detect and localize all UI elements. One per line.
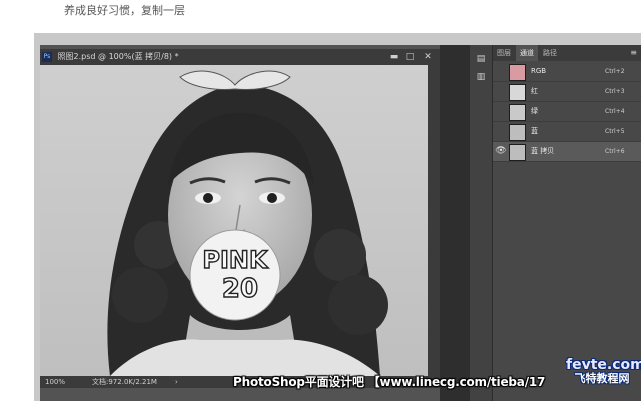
channel-shortcut: Ctrl+4	[605, 108, 625, 115]
channel-shortcut: Ctrl+5	[605, 128, 625, 135]
portrait-image: PINK 20	[107, 70, 388, 376]
channel-name: 蓝 拷贝	[531, 147, 555, 155]
restore-button[interactable]: □	[402, 49, 418, 65]
panel-dock-gap	[440, 45, 470, 401]
channel-shortcut: Ctrl+2	[605, 68, 625, 75]
visibility-eye-icon[interactable]	[495, 85, 507, 97]
channel-name: 绿	[531, 107, 538, 115]
document-canvas[interactable]: PINK 20	[40, 65, 428, 376]
document-title: 照图2.psd @ 100%(蓝 拷贝/8) *	[57, 52, 179, 61]
visibility-eye-icon[interactable]	[495, 105, 507, 117]
channel-name: 红	[531, 87, 538, 95]
channel-row-green[interactable]: 绿 Ctrl+4	[493, 102, 641, 122]
zoom-level[interactable]: 100%	[45, 376, 65, 388]
channel-thumbnail	[509, 104, 526, 121]
channel-name: 蓝	[531, 127, 538, 135]
document-tab[interactable]: Ps 照图2.psd @ 100%(蓝 拷贝/8) * ▬ □ ✕	[40, 49, 440, 65]
panel-tab-bar: 图层 通道 路径 ≡	[493, 45, 641, 61]
sticker-text-number: 20	[222, 274, 258, 304]
collapsed-panel-strip: ▤ ▥	[470, 45, 493, 401]
brand-domain: fevte.com	[566, 357, 641, 373]
visibility-eye-icon[interactable]	[495, 125, 507, 137]
watermark-text: PhotoShop平面设计吧 【www.linecg.com/tieba/17	[233, 375, 546, 389]
channel-row-blue-copy[interactable]: 👁 蓝 拷贝 Ctrl+6	[493, 142, 641, 162]
channel-thumbnail	[509, 144, 526, 161]
tab-layers[interactable]: 图层	[493, 45, 515, 61]
tab-paths[interactable]: 路径	[539, 45, 561, 61]
brand-name: 飞特教程网	[574, 372, 630, 385]
channel-row-blue[interactable]: 蓝 Ctrl+5	[493, 122, 641, 142]
channel-thumbnail	[509, 64, 526, 81]
minimize-button[interactable]: ▬	[386, 49, 402, 65]
channel-row-red[interactable]: 红 Ctrl+3	[493, 82, 641, 102]
visibility-eye-icon[interactable]: 👁	[495, 145, 507, 157]
status-menu-arrow-icon[interactable]: ›	[175, 376, 178, 388]
document-size: 文档:972.0K/2.21M	[92, 378, 157, 386]
close-button[interactable]: ✕	[420, 49, 436, 65]
vertical-scrollbar[interactable]	[428, 65, 440, 376]
tutorial-caption: 养成良好习惯，复制一层	[64, 4, 185, 17]
sticker-text-pink: PINK	[202, 246, 269, 274]
channel-thumbnail	[509, 84, 526, 101]
channels-panel: 图层 通道 路径 ≡ RGB Ctrl+2 红 Ctrl+3 绿 Ctrl+4 …	[493, 45, 641, 401]
visibility-eye-icon[interactable]	[495, 65, 507, 77]
channel-row-rgb[interactable]: RGB Ctrl+2	[493, 62, 641, 82]
channel-shortcut: Ctrl+3	[605, 88, 625, 95]
tab-channels[interactable]: 通道	[516, 45, 538, 61]
channel-name: RGB	[531, 67, 547, 75]
ps-file-icon: Ps	[42, 52, 52, 62]
brand-logo: fevte.com 飞特教程网	[566, 357, 641, 385]
channel-thumbnail	[509, 124, 526, 141]
properties-panel-icon[interactable]: ▥	[475, 71, 487, 83]
channel-shortcut: Ctrl+6	[605, 148, 625, 155]
layers-panel-icon[interactable]: ▤	[475, 53, 487, 65]
panel-menu-icon[interactable]: ≡	[630, 45, 637, 61]
